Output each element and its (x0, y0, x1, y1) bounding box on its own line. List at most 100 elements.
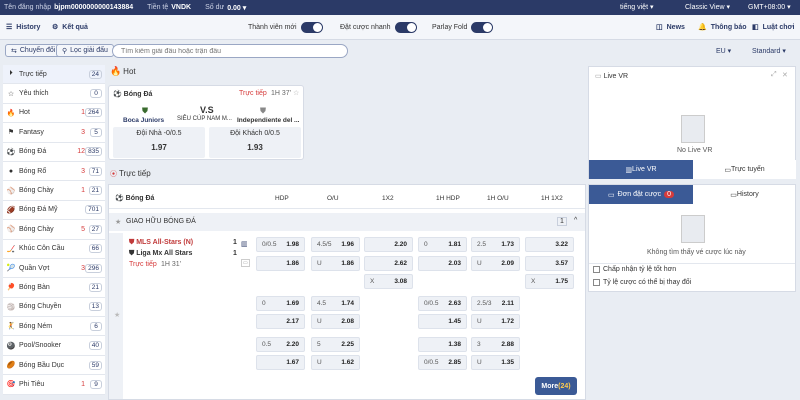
odds-cell[interactable]: U 1.72 (471, 314, 520, 329)
notify-button[interactable]: 🔔 Thông báo (698, 23, 747, 32)
league-filter-button[interactable]: ⚲ Lọc giải đấu (56, 44, 114, 57)
more-button[interactable]: More (24) (535, 377, 577, 395)
odds-cell[interactable]: 3.57 (525, 256, 574, 271)
tab-bet-slip[interactable]: ▭ Đơn đặt cược 0 (589, 185, 693, 204)
sidebar-item[interactable]: ⚾ Bóng Chày 5 27 (3, 220, 105, 240)
odds-cell[interactable]: U 1.86 (311, 256, 360, 271)
hot-league: SIÊU CÚP NAM M... (177, 116, 232, 122)
sidebar-item[interactable]: 🏒 Khúc Côn Cầu 66 (3, 239, 105, 259)
sidebar-item[interactable]: 🏓 Bóng Bàn 21 (3, 278, 105, 298)
odds-cell[interactable]: 1.45 (418, 314, 467, 329)
odds-cell[interactable]: 4.5 1.74 (311, 296, 360, 311)
odds-cell[interactable]: U 1.35 (471, 355, 520, 370)
odds-cell[interactable]: 4.5/5 1.96 (311, 237, 360, 252)
sidebar-item[interactable]: 🎾 Quần Vợt 3 296 (3, 258, 105, 279)
odds-cell[interactable]: 0.5 2.20 (256, 337, 305, 352)
odds-cell[interactable]: 3 2.88 (471, 337, 520, 352)
timezone-select[interactable]: GMT+08:00 ▾ (748, 3, 791, 11)
odds-value: 2.63 (448, 300, 461, 307)
odds-cell[interactable]: X 1.75 (525, 274, 574, 289)
parlay-toggle[interactable]: Parlay Fold (432, 22, 494, 33)
odds-cell[interactable]: 2.5 1.73 (471, 237, 520, 252)
odds-cell[interactable]: 0/0.5 1.98 (256, 237, 305, 252)
empty-board-icon (681, 115, 705, 143)
odds-cell[interactable]: 5 2.25 (311, 337, 360, 352)
sidebar-item[interactable]: ⚾ Bóng Chày 1 21 (3, 181, 105, 201)
odds-cell[interactable]: 2.5/3 2.11 (471, 296, 520, 311)
sidebar-item[interactable]: ☆ Yêu thích 0 (3, 84, 105, 104)
column-header: 1H O/U (487, 195, 509, 202)
column-header: HDP (275, 195, 289, 202)
language-select[interactable]: tiếng việt ▾ (620, 3, 654, 11)
handicap-line: U (317, 260, 322, 267)
hot-sport: ⚽ Bóng Đá (113, 91, 153, 98)
sidebar-item[interactable]: ⚑ Fantasy 3 5 (3, 123, 105, 143)
region-select[interactable]: EU ▾ (716, 47, 731, 55)
odds-change-checkbox[interactable]: Tỷ lệ cược có thể bị thay đổi (593, 279, 691, 286)
stats-icon[interactable]: ▥ (241, 240, 248, 248)
odds-value: 1.98 (286, 241, 299, 248)
match-star-icon[interactable]: ★ (114, 311, 120, 319)
accept-better-odds-checkbox[interactable]: Chấp nhận tỷ lệ tốt hơn (593, 266, 676, 273)
sidebar-item[interactable]: 🏉 Bóng Bầu Dục 59 (3, 355, 105, 376)
search-input[interactable] (112, 44, 348, 58)
close-icon[interactable]: ✕ (782, 71, 788, 79)
switch-button[interactable]: ⇆ Chuyển đổi (5, 44, 62, 57)
odds-value: 1.72 (501, 318, 514, 325)
tab-slip-history[interactable]: ▭ History (693, 185, 796, 204)
news-button[interactable]: ◫ News (656, 23, 685, 32)
top-bar: Tên đăng nhập bjpm0000000000143884 Tiền … (0, 0, 800, 15)
tv-icon[interactable]: ▭ (241, 259, 250, 267)
mode-select[interactable]: Standard ▾ (752, 47, 786, 55)
rules-button[interactable]: ◧ Luật chơi (752, 23, 794, 32)
sidebar-item[interactable]: 🤾 Bóng Ném 6 (3, 317, 105, 337)
quick-bet-toggle[interactable]: Đặt cược nhanh (340, 22, 417, 33)
hot-away-odds-button[interactable]: Đội Khách 0/0.5 1.93 (209, 127, 301, 158)
collapse-icon[interactable]: ^ (574, 217, 577, 224)
no-live-text: No Live VR (677, 147, 713, 154)
odds-cell[interactable]: 2.17 (256, 314, 305, 329)
odds-cell[interactable]: 1.38 (418, 337, 467, 352)
hot-match-card[interactable]: ⚽ Bóng Đá Trực tiếp 1H 37' ☆ ⛊ Boca Juni… (108, 85, 304, 160)
odds-cell[interactable]: 2.03 (418, 256, 467, 271)
match-time: 1H 31' (161, 261, 182, 268)
hot-home-odds-button[interactable]: Đội Nhà -0/0.5 1.97 (113, 127, 205, 158)
expand-icon[interactable]: ⤢ (771, 71, 777, 79)
odds-cell[interactable]: 0/0.5 2.63 (418, 296, 467, 311)
balance[interactable]: 0.00 ▾ (227, 4, 246, 12)
sidebar-item[interactable]: 🎯 Phi Tiêu 1 9 (3, 375, 105, 395)
odds-cell[interactable]: U 2.08 (311, 314, 360, 329)
tab-online[interactable]: ▭ Trực tuyến (693, 160, 796, 179)
results-button[interactable]: ⚙ Kết quả (52, 23, 88, 32)
sidebar-item-label: Yêu thích (19, 90, 49, 98)
sidebar-item[interactable]: ⏵ Trực tiếp 24 (3, 65, 105, 85)
odds-cell[interactable]: 0 1.69 (256, 296, 305, 311)
sidebar-item[interactable]: 🏈 Bóng Đá Mỹ 701 (3, 200, 105, 221)
odds-cell[interactable]: 1.86 (256, 256, 305, 271)
odds-cell[interactable]: 3.22 (525, 237, 574, 252)
total-count: 264 (85, 108, 102, 118)
live-header: ⦿ Trực tiếp (110, 169, 151, 178)
sidebar-item[interactable]: 🏐 Bóng Chuyền 13 (3, 297, 105, 318)
odds-cell[interactable]: U 1.62 (311, 355, 360, 370)
live-count: 3 (81, 167, 85, 175)
odds-cell[interactable]: 1.67 (256, 355, 305, 370)
odds-cell[interactable]: 0/0.5 2.85 (418, 355, 467, 370)
sidebar-item[interactable]: 🎱 Pool/Snooker 40 (3, 336, 105, 356)
odds-cell[interactable]: 2.20 (364, 237, 413, 252)
odds-cell[interactable]: 0 1.81 (418, 237, 467, 252)
league-star-icon[interactable]: ★ (115, 218, 121, 226)
sidebar-item[interactable]: ● Bóng Rổ 3 71 (3, 161, 105, 182)
handicap-line: 5 (317, 341, 321, 348)
odds-cell[interactable]: X 3.08 (364, 274, 413, 289)
new-member-toggle[interactable]: Thành viên mới (248, 22, 323, 33)
odds-cell[interactable]: 2.62 (364, 256, 413, 271)
history-button[interactable]: ☰ History (6, 23, 40, 32)
star-icon[interactable]: ☆ (293, 89, 299, 97)
sidebar-item[interactable]: 🔥 Hot 1 264 (3, 103, 105, 124)
odds-cell[interactable]: U 2.09 (471, 256, 520, 271)
soccer-icon: ⚽ (6, 148, 16, 156)
view-select[interactable]: Classic View ▾ (685, 3, 730, 11)
tab-live-vr[interactable]: ▥ Live VR (589, 160, 693, 179)
sidebar-item[interactable]: ⚽ Bóng Đá 12 835 (3, 142, 105, 162)
